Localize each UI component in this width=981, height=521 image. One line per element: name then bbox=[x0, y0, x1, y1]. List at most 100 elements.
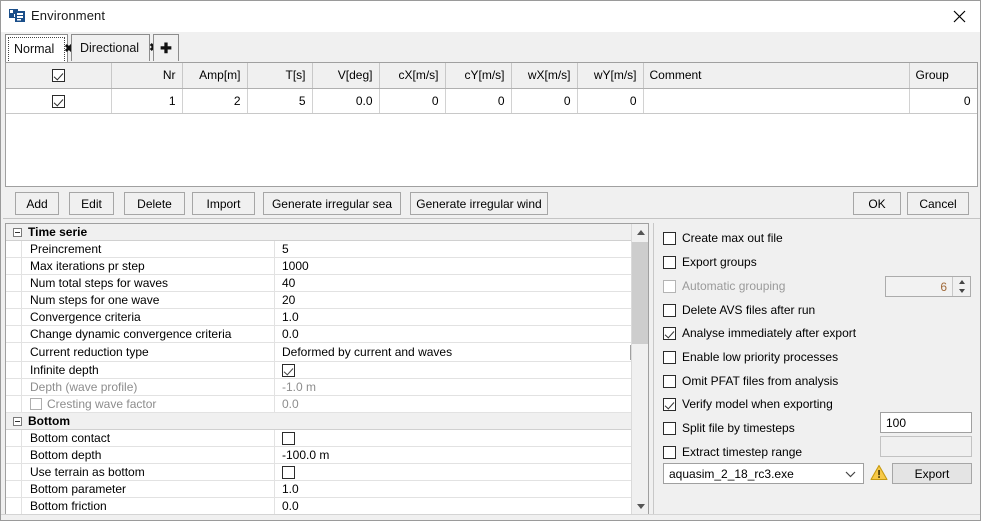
group-expander-cell[interactable] bbox=[6, 416, 28, 426]
option-split-file-by-timesteps[interactable]: Split file by timesteps bbox=[663, 420, 795, 436]
option-analyse-immediately[interactable]: Analyse immediately after export bbox=[663, 325, 856, 341]
table-row[interactable]: 1 2 5 0.0 0 0 0 0 0 bbox=[6, 88, 977, 114]
close-window-button[interactable] bbox=[936, 1, 980, 32]
scroll-up-button[interactable] bbox=[632, 224, 648, 241]
automatic-grouping-stepper[interactable]: 6 bbox=[885, 276, 971, 297]
analyse-immediately-checkbox[interactable] bbox=[663, 326, 676, 340]
cell-group[interactable]: 0 bbox=[909, 88, 977, 114]
option-export-groups[interactable]: Export groups bbox=[663, 254, 757, 270]
header-amp[interactable]: Amp[m] bbox=[182, 63, 248, 89]
stepper-buttons[interactable] bbox=[952, 277, 970, 296]
property-row-convergence-criteria[interactable]: Convergence criteria 1.0 bbox=[6, 309, 648, 326]
edit-button[interactable]: Edit bbox=[69, 192, 114, 215]
row-enabled-checkbox[interactable] bbox=[51, 94, 65, 108]
property-grid-scrollbar[interactable] bbox=[631, 224, 648, 515]
header-v[interactable]: V[deg] bbox=[312, 63, 380, 89]
property-value[interactable]: 0.0 bbox=[275, 498, 648, 514]
infinite-depth-checkbox[interactable] bbox=[282, 363, 295, 377]
property-value[interactable] bbox=[275, 464, 648, 480]
grouping-count-value[interactable]: 6 bbox=[886, 277, 952, 296]
collapse-icon[interactable] bbox=[12, 416, 22, 426]
property-row-max-iterations[interactable]: Max iterations pr step 1000 bbox=[6, 258, 648, 275]
cell-cy[interactable]: 0 bbox=[445, 88, 512, 114]
option-omit-pfat-files[interactable]: Omit PFAT files from analysis bbox=[663, 373, 838, 389]
property-row-bottom-friction[interactable]: Bottom friction 0.0 bbox=[6, 498, 648, 515]
delete-button[interactable]: Delete bbox=[124, 192, 185, 215]
header-cx[interactable]: cX[m/s] bbox=[379, 63, 446, 89]
property-row-use-terrain-as-bottom[interactable]: Use terrain as bottom bbox=[6, 464, 648, 481]
cell-nr[interactable]: 1 bbox=[111, 88, 183, 114]
property-row-preincrement[interactable]: Preincrement 5 bbox=[6, 241, 648, 258]
property-value[interactable] bbox=[275, 430, 648, 446]
property-row-bottom-parameter[interactable]: Bottom parameter 1.0 bbox=[6, 481, 648, 498]
generate-irregular-sea-button[interactable]: Generate irregular sea bbox=[263, 192, 401, 215]
property-row-bottom-depth[interactable]: Bottom depth -100.0 m bbox=[6, 447, 648, 464]
export-groups-checkbox[interactable] bbox=[663, 255, 676, 269]
header-wy[interactable]: wY[m/s] bbox=[577, 63, 644, 89]
property-row-num-steps-one-wave[interactable]: Num steps for one wave 20 bbox=[6, 292, 648, 309]
split-timesteps-input[interactable]: 100 bbox=[880, 412, 972, 433]
option-verify-model[interactable]: Verify model when exporting bbox=[663, 396, 833, 412]
bottom-contact-checkbox[interactable] bbox=[282, 431, 295, 445]
option-enable-low-priority[interactable]: Enable low priority processes bbox=[663, 349, 838, 365]
property-value[interactable]: 1.0 bbox=[275, 309, 648, 325]
header-cy[interactable]: cY[m/s] bbox=[445, 63, 512, 89]
property-value[interactable]: 5 bbox=[275, 241, 648, 257]
property-row-num-total-steps[interactable]: Num total steps for waves 40 bbox=[6, 275, 648, 292]
property-value[interactable]: 1.0 bbox=[275, 481, 648, 497]
omit-pfat-files-checkbox[interactable] bbox=[663, 374, 676, 388]
cell-cx[interactable]: 0 bbox=[379, 88, 446, 114]
property-group-time-serie[interactable]: Time serie bbox=[6, 224, 648, 241]
select-all-checkbox[interactable] bbox=[51, 69, 65, 83]
split-file-checkbox[interactable] bbox=[663, 421, 676, 435]
add-button[interactable]: Add bbox=[15, 192, 59, 215]
property-value[interactable] bbox=[275, 362, 648, 378]
tab-normal[interactable]: Normal ✖ bbox=[5, 34, 74, 63]
property-value[interactable]: 0.0 bbox=[275, 326, 648, 342]
extract-range-input[interactable] bbox=[880, 436, 972, 457]
cell-amp[interactable]: 2 bbox=[182, 88, 248, 114]
cell-v[interactable]: 0.0 bbox=[312, 88, 380, 114]
export-button[interactable]: Export bbox=[892, 463, 972, 484]
ok-button[interactable]: OK bbox=[853, 192, 901, 215]
generate-irregular-wind-button[interactable]: Generate irregular wind bbox=[410, 192, 548, 215]
cresting-wave-factor-checkbox[interactable] bbox=[30, 398, 42, 410]
add-tab-button[interactable]: ✚ bbox=[153, 34, 179, 61]
header-nr[interactable]: Nr bbox=[111, 63, 183, 89]
verify-model-checkbox[interactable] bbox=[663, 397, 676, 411]
create-max-out-file-checkbox[interactable] bbox=[663, 231, 676, 245]
header-comment[interactable]: Comment bbox=[643, 63, 910, 89]
enable-low-priority-checkbox[interactable] bbox=[663, 350, 676, 364]
property-value[interactable]: 20 bbox=[275, 292, 648, 308]
property-value-combo[interactable]: Deformed by current and waves bbox=[275, 343, 648, 361]
property-label-with-checkbox[interactable]: Cresting wave factor bbox=[22, 396, 275, 412]
collapse-icon[interactable] bbox=[12, 227, 22, 237]
option-delete-avs-files[interactable]: Delete AVS files after run bbox=[663, 302, 815, 318]
stepper-decrement-button[interactable] bbox=[953, 287, 970, 297]
import-button[interactable]: Import bbox=[192, 192, 255, 215]
cell-wx[interactable]: 0 bbox=[511, 88, 578, 114]
cell-comment[interactable] bbox=[643, 88, 910, 114]
option-create-max-out-file[interactable]: Create max out file bbox=[663, 230, 783, 246]
property-row-current-reduction-type[interactable]: Current reduction type Deformed by curre… bbox=[6, 343, 648, 362]
tab-directional[interactable]: Directional ✖ bbox=[71, 34, 158, 61]
cancel-button[interactable]: Cancel bbox=[907, 192, 969, 215]
option-extract-timestep-range[interactable]: Extract timestep range bbox=[663, 444, 802, 460]
executable-select[interactable]: aquasim_2_18_rc3.exe bbox=[663, 463, 864, 484]
cell-wy[interactable]: 0 bbox=[577, 88, 644, 114]
use-terrain-as-bottom-checkbox[interactable] bbox=[282, 465, 295, 479]
property-row-change-dynamic-convergence[interactable]: Change dynamic convergence criteria 0.0 bbox=[6, 326, 648, 343]
property-value[interactable]: 40 bbox=[275, 275, 648, 291]
property-value[interactable]: -100.0 m bbox=[275, 447, 648, 463]
chevron-down-icon[interactable] bbox=[845, 467, 856, 481]
row-enabled-cell[interactable] bbox=[6, 88, 112, 114]
property-row-infinite-depth[interactable]: Infinite depth bbox=[6, 362, 648, 379]
property-group-bottom[interactable]: Bottom bbox=[6, 413, 648, 430]
group-expander-cell[interactable] bbox=[6, 227, 28, 237]
property-row-bottom-contact[interactable]: Bottom contact bbox=[6, 430, 648, 447]
cell-t[interactable]: 5 bbox=[247, 88, 313, 114]
stepper-increment-button[interactable] bbox=[953, 277, 970, 287]
delete-avs-files-checkbox[interactable] bbox=[663, 303, 676, 317]
extract-range-checkbox[interactable] bbox=[663, 445, 676, 459]
property-value[interactable]: 1000 bbox=[275, 258, 648, 274]
